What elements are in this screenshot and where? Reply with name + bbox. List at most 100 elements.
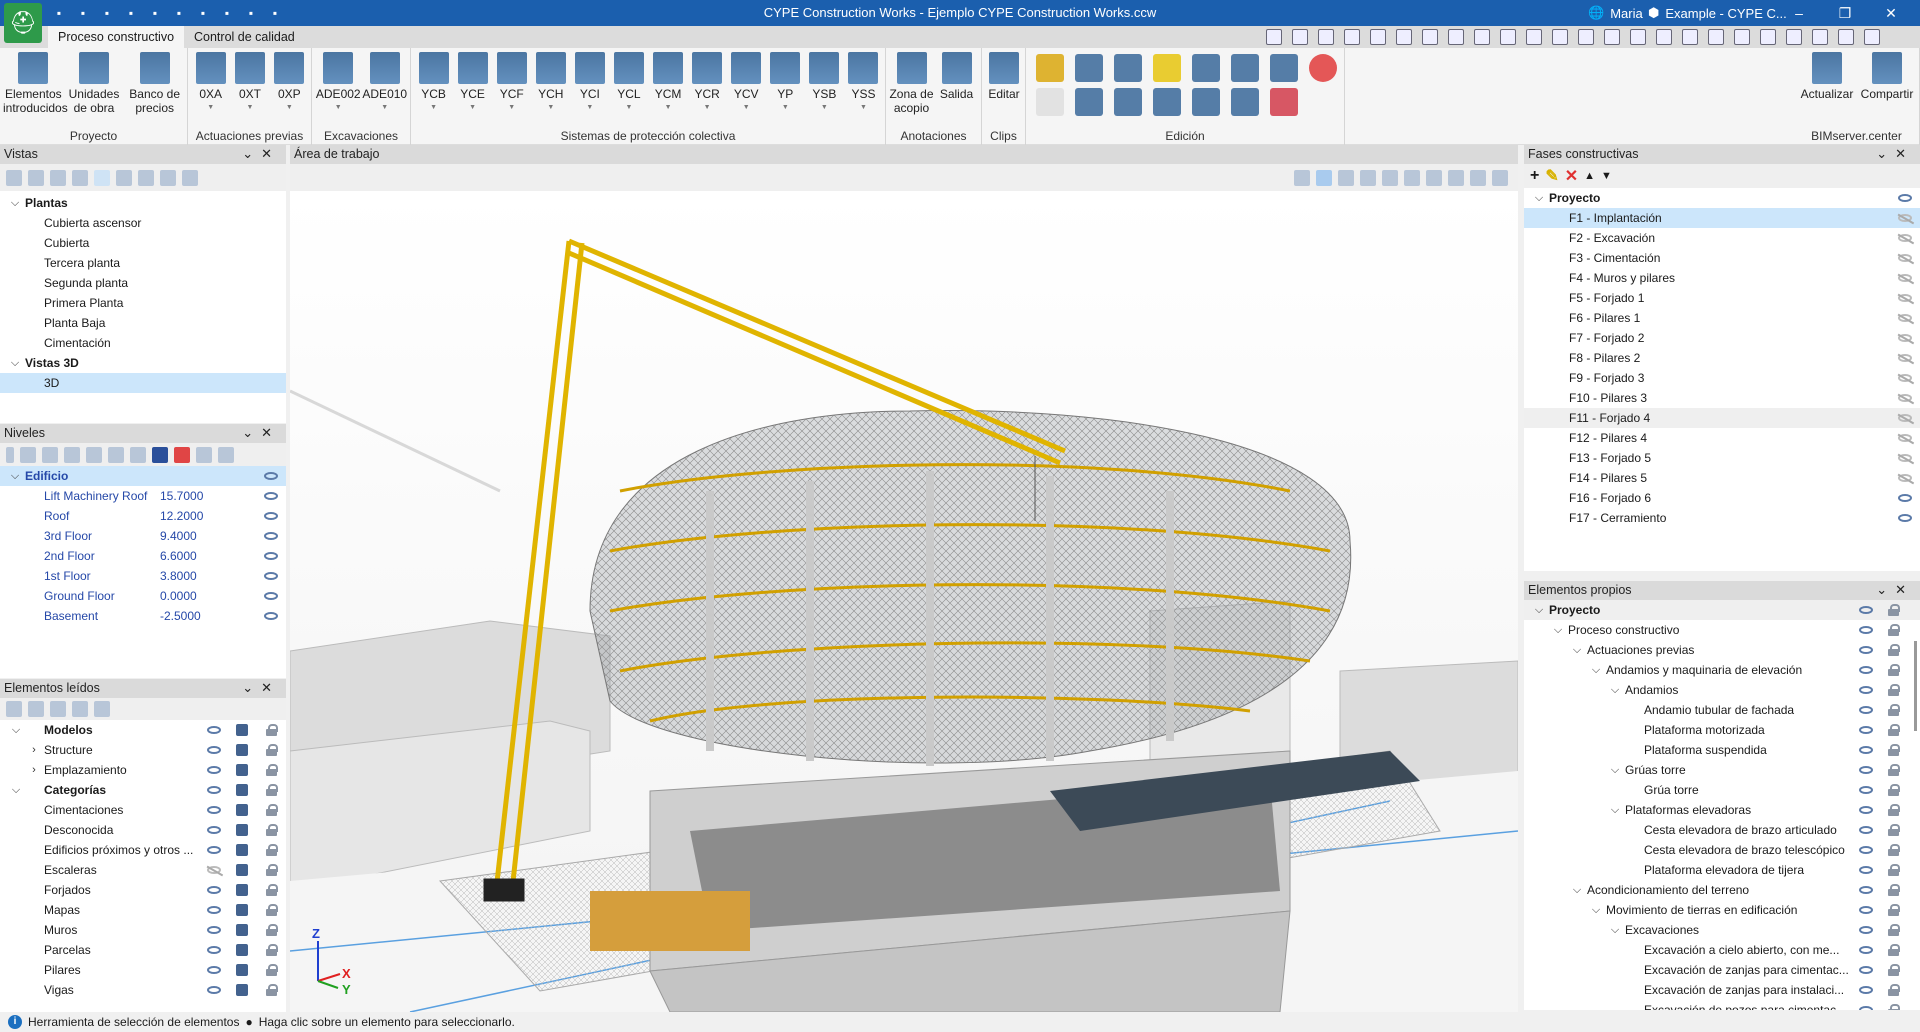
eye-icon[interactable]: [264, 512, 278, 520]
help-icon[interactable]: [1864, 29, 1880, 45]
chevron-down-icon[interactable]: ⌵: [10, 780, 22, 800]
lock-icon[interactable]: [1888, 784, 1900, 796]
delete-view-icon[interactable]: [72, 169, 88, 186]
ribbon-button-salida[interactable]: Salida: [934, 52, 979, 101]
read-element-emplazamiento[interactable]: › Emplazamiento: [0, 760, 286, 780]
read-element-desconocida[interactable]: Desconocida: [0, 820, 286, 840]
lock-icon[interactable]: [266, 724, 278, 736]
eye-icon[interactable]: [1859, 866, 1873, 874]
ribbon-button-compartir[interactable]: Compartir: [1857, 52, 1917, 101]
hand-red-icon[interactable]: [174, 446, 190, 463]
lock-icon[interactable]: [1888, 864, 1900, 876]
panel-controls[interactable]: ⌄✕: [242, 425, 280, 441]
restore-button[interactable]: ❐: [1822, 0, 1868, 26]
own-element-plataforma-elevadora-de-tijera[interactable]: Plataforma elevadora de tijera: [1524, 860, 1920, 880]
lock-icon[interactable]: [1888, 724, 1900, 736]
lock-icon[interactable]: [266, 744, 278, 756]
own-element-excavaciones[interactable]: ⌵ Excavaciones: [1524, 920, 1920, 940]
ribbon-button-zona-de-acopio[interactable]: Zona de acopio: [889, 52, 934, 115]
view-item-tercera-planta[interactable]: Tercera planta: [0, 253, 286, 273]
chevron-down-icon[interactable]: ⌵: [1609, 800, 1621, 820]
list-icon[interactable]: [1270, 54, 1298, 82]
orbit-icon[interactable]: [1422, 29, 1438, 45]
eye-icon[interactable]: [207, 826, 221, 834]
view-item-cubierta[interactable]: Cubierta: [0, 233, 286, 253]
eye-icon[interactable]: [1859, 886, 1873, 894]
eye-icon[interactable]: [1859, 1006, 1873, 1010]
chevron-down-icon[interactable]: ⌵: [9, 193, 21, 213]
eye-icon[interactable]: [1859, 826, 1873, 834]
rotate-point-icon[interactable]: [1114, 88, 1142, 116]
axes-icon[interactable]: [1294, 169, 1310, 186]
lock-icon[interactable]: [266, 804, 278, 816]
eye-off-icon[interactable]: [1898, 414, 1912, 422]
lock-icon[interactable]: [1888, 664, 1900, 676]
own-element-movimiento-de-tierras-en-edificacion[interactable]: ⌵ Movimiento de tierras en edificación: [1524, 900, 1920, 920]
read-element-mapas[interactable]: Mapas: [0, 900, 286, 920]
eye-off-icon[interactable]: [1898, 274, 1912, 282]
view-item-plantas[interactable]: ⌵ Plantas: [0, 193, 286, 213]
lock-icon[interactable]: [1888, 764, 1900, 776]
layout-icon[interactable]: [1812, 29, 1828, 45]
cube-icon[interactable]: [236, 944, 248, 956]
eye-icon[interactable]: [1859, 766, 1873, 774]
lock-icon[interactable]: [1888, 964, 1900, 976]
lock-icon[interactable]: [266, 964, 278, 976]
lock-icon[interactable]: [1888, 884, 1900, 896]
eraser-icon[interactable]: [1270, 88, 1298, 116]
snap-icon[interactable]: [1604, 29, 1620, 45]
minimize-button[interactable]: –: [1776, 0, 1822, 26]
zoom-window-icon[interactable]: [1292, 29, 1308, 45]
dwg-icon[interactable]: [1500, 29, 1516, 45]
ribbon-button-ycv[interactable]: YCV ▼: [727, 52, 766, 115]
ribbon-button-0xa[interactable]: 0XA ▼: [191, 52, 230, 115]
camera-icon[interactable]: [116, 169, 132, 186]
eye-off-icon[interactable]: [1898, 214, 1912, 222]
eye-off-icon[interactable]: [1898, 374, 1912, 382]
move-up-icon[interactable]: [108, 446, 124, 463]
own-element-plataformas-elevadoras[interactable]: ⌵ Plataformas elevadoras: [1524, 800, 1920, 820]
eye-icon[interactable]: [1898, 514, 1912, 522]
eye-icon[interactable]: [207, 726, 221, 734]
read-element-structure[interactable]: › Structure: [0, 740, 286, 760]
ribbon-button-ycl[interactable]: YCL ▼: [609, 52, 648, 115]
read-element-forjados[interactable]: Forjados: [0, 880, 286, 900]
lock-icon[interactable]: [266, 984, 278, 996]
scale-icon[interactable]: [1153, 88, 1181, 116]
own-element-andamios-y-maquinaria-de-elevacion[interactable]: ⌵ Andamios y maquinaria de elevación: [1524, 660, 1920, 680]
expand-all-icon[interactable]: [6, 701, 22, 717]
eye-icon[interactable]: [1898, 494, 1912, 502]
collapse-icon[interactable]: [28, 701, 44, 717]
tab-control-de-calidad[interactable]: Control de calidad: [184, 26, 305, 48]
eye-icon[interactable]: [1859, 946, 1873, 954]
export-icon[interactable]: ▪: [194, 4, 212, 22]
level-row[interactable]: Ground Floor 0.0000: [0, 586, 286, 606]
eye-icon[interactable]: [1859, 926, 1873, 934]
customize-icon[interactable]: ▪: [266, 4, 284, 22]
chevron-down-icon[interactable]: ⌵: [1533, 600, 1545, 620]
app-logo-icon[interactable]: ⛑: [4, 3, 42, 43]
chevron-down-icon[interactable]: ⌵: [9, 353, 21, 373]
level-row[interactable]: Roof 12.2000: [0, 506, 286, 526]
view-item-segunda-planta[interactable]: Segunda planta: [0, 273, 286, 293]
ribbon-button-yp[interactable]: YP ▼: [766, 52, 805, 115]
book-icon[interactable]: [160, 169, 176, 186]
chevron-down-icon[interactable]: ⌵: [1590, 900, 1602, 920]
view-item-planta-baja[interactable]: Planta Baja: [0, 313, 286, 333]
move-down-icon[interactable]: ▼: [1601, 170, 1612, 182]
view-3d-icon[interactable]: [1492, 169, 1508, 186]
move-down-icon[interactable]: [130, 446, 146, 463]
hide-icon[interactable]: [1338, 169, 1354, 186]
map-icon[interactable]: [1404, 169, 1420, 186]
scroll-left-icon[interactable]: [6, 446, 14, 463]
ribbon-button-editar[interactable]: Editar: [985, 52, 1023, 101]
view-item-primera-planta[interactable]: Primera Planta: [0, 293, 286, 313]
align-icon[interactable]: [1192, 88, 1220, 116]
info-icon[interactable]: [94, 701, 110, 717]
move-up-icon[interactable]: ▲: [1584, 170, 1595, 182]
pan-icon[interactable]: [1266, 29, 1282, 45]
eye-icon[interactable]: [1859, 706, 1873, 714]
layers-icon[interactable]: [1734, 29, 1750, 45]
section-icon[interactable]: [1382, 169, 1398, 186]
ribbon-button-banco-de-precios[interactable]: Banco de precios: [124, 52, 185, 115]
